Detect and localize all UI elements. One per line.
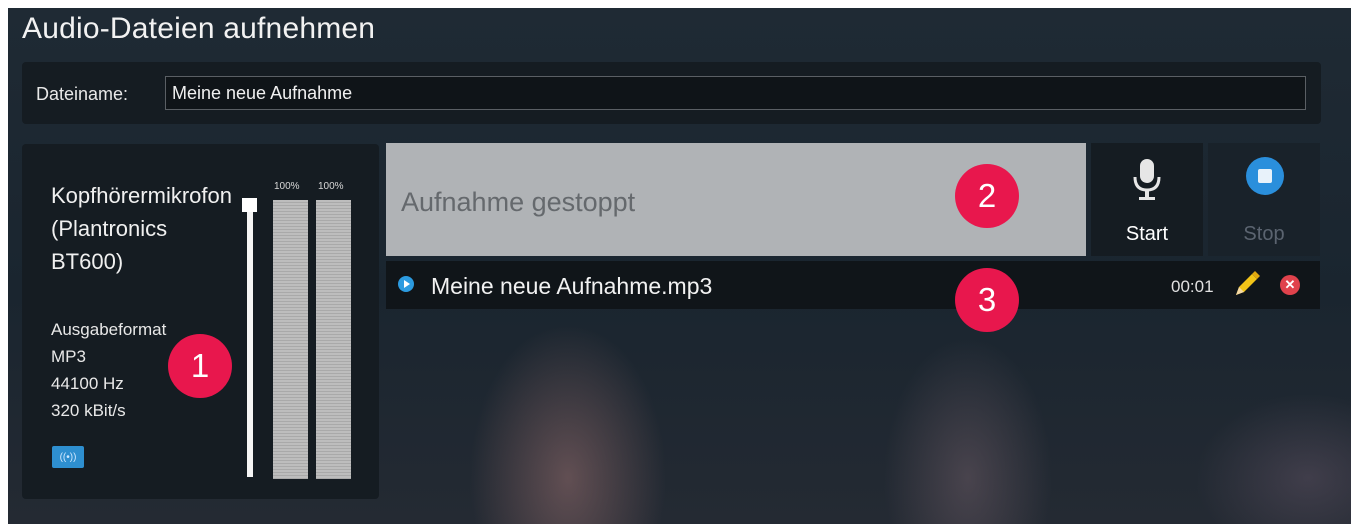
recording-status: Aufnahme gestoppt <box>401 187 636 217</box>
filename-panel: Dateiname: <box>22 62 1321 124</box>
format-label: Ausgabeformat <box>51 320 167 339</box>
meter-label-right: 100% <box>318 181 344 192</box>
recording-filename: Meine neue Aufnahme.mp3 <box>431 273 713 299</box>
stop-circle-icon <box>1246 157 1284 195</box>
filename-label: Dateiname: <box>36 84 129 104</box>
format-samplerate: 44100 Hz <box>51 374 124 393</box>
stop-button[interactable]: Stop <box>1208 143 1320 256</box>
level-meter-right <box>316 200 351 479</box>
filename-input[interactable] <box>165 76 1306 110</box>
pencil-icon[interactable] <box>1232 269 1262 299</box>
format-bitrate: 320 kBit/s <box>51 401 126 420</box>
device-name: Kopfhörermikrofon (Plantronics BT600) <box>51 183 232 274</box>
callout-badge-3: 3 <box>955 268 1019 332</box>
recording-list-item[interactable]: Meine neue Aufnahme.mp3 00:01 ✕ <box>386 261 1320 309</box>
output-format: Ausgabeformat MP3 44100 Hz 320 kBit/s <box>51 316 166 424</box>
microphone-icon <box>1133 159 1161 200</box>
start-button[interactable]: Start <box>1091 143 1203 256</box>
recording-duration: 00:01 <box>1171 277 1214 296</box>
meter-label-left: 100% <box>274 181 300 192</box>
level-meter-left <box>273 200 308 479</box>
delete-icon[interactable]: ✕ <box>1280 275 1300 295</box>
volume-slider-track[interactable] <box>247 204 253 477</box>
window-title: Audio-Dateien aufnehmen <box>22 12 376 45</box>
wireless-signal-icon[interactable]: ((•)) <box>52 446 84 468</box>
play-icon[interactable] <box>398 276 414 292</box>
volume-slider-thumb[interactable] <box>242 198 257 212</box>
device-panel: Kopfhörermikrofon (Plantronics BT600) Au… <box>22 144 379 499</box>
callout-badge-1: 1 <box>168 334 232 398</box>
callout-badge-2: 2 <box>955 164 1019 228</box>
start-label: Start <box>1125 223 1169 245</box>
app-window: Audio-Dateien aufnehmen Dateiname: Kopfh… <box>8 8 1351 524</box>
stop-label: Stop <box>1243 223 1285 245</box>
format-codec: MP3 <box>51 347 86 366</box>
